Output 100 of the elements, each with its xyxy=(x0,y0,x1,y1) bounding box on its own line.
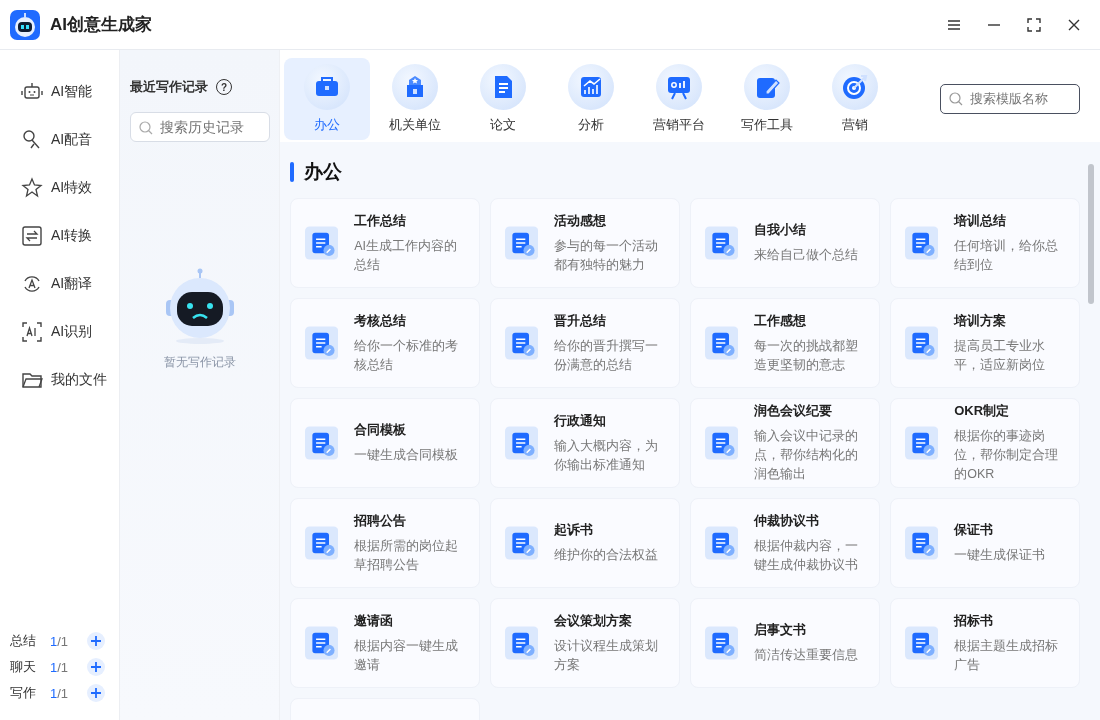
card-description: 一键生成合同模板 xyxy=(354,447,460,464)
template-card[interactable]: 工作总结 AI生成工作内容的总结 xyxy=(290,198,480,288)
category-tab[interactable]: 写作工具 xyxy=(724,57,810,140)
nav-item[interactable]: AI配音 xyxy=(0,116,113,164)
document-pen-icon xyxy=(905,425,939,461)
card-description: 根据仲裁内容，一键生成仲裁协议书 xyxy=(754,537,860,574)
template-card[interactable]: 保证书 一键生成保证书 xyxy=(890,498,1080,588)
nav-item[interactable]: AI识别 xyxy=(0,308,113,356)
card-title: 培训总结 xyxy=(954,211,1008,230)
card-description: 简洁传达重要信息 xyxy=(754,647,860,664)
category-tab[interactable]: 营销 xyxy=(812,57,898,140)
card-title: 工作总结 xyxy=(354,211,408,230)
card-description: 给你的晋升撰写一份满意的总结 xyxy=(554,337,660,374)
card-title: 工作感想 xyxy=(754,311,808,330)
add-button[interactable] xyxy=(87,632,106,650)
template-card[interactable]: 培训总结 任何培训，给你总结到位 xyxy=(890,198,1080,288)
template-card[interactable]: 合同模板 一键生成合同模板 xyxy=(290,398,480,488)
card-title: 润色会议纪要 xyxy=(754,402,834,420)
template-card[interactable]: 启事文书 简洁传达重要信息 xyxy=(690,598,880,688)
card-description: 一键生成保证书 xyxy=(954,547,1047,564)
swap-icon xyxy=(21,225,43,247)
template-card[interactable]: 招标书 根据主题生成招标广告 xyxy=(890,598,1080,688)
card-title: 自我小结 xyxy=(754,221,808,239)
card-description: 每一次的挑战都塑造更坚韧的意志 xyxy=(754,337,860,374)
template-card[interactable]: 起诉书 维护你的合法权益 xyxy=(490,498,680,588)
card-description: 任何培训，给你总结到位 xyxy=(954,237,1060,274)
template-card[interactable]: 会议策划方案 设计议程生成策划方案 xyxy=(490,598,680,688)
document-pen-icon xyxy=(705,425,739,461)
nav-item[interactable]: AI特效 xyxy=(0,164,113,212)
template-card[interactable]: 邀请函 根据内容一键生成邀请 xyxy=(290,598,480,688)
template-card[interactable]: 招聘公告 根据所需的岗位起草招聘公告 xyxy=(290,498,480,588)
quota-used: 1 xyxy=(50,633,58,649)
category-tab[interactable]: 分析 xyxy=(548,57,634,140)
document-pen-icon xyxy=(705,225,739,261)
plus-icon xyxy=(91,662,102,672)
card-description: 根据所需的岗位起草招聘公告 xyxy=(354,537,460,574)
template-card[interactable]: 润色会议纪要 输入会议中记录的点，帮你结构化的润色输出 xyxy=(690,398,880,488)
document-pen-icon xyxy=(905,225,939,261)
plus-icon xyxy=(91,688,102,698)
card-title: 保证书 xyxy=(954,521,995,539)
template-card[interactable]: 工作感想 每一次的挑战都塑造更坚韧的意志 xyxy=(690,298,880,388)
nav-item[interactable]: 我的文件 xyxy=(0,356,113,404)
minimize-icon xyxy=(988,23,1000,26)
document-pen-icon xyxy=(305,325,339,361)
card-title: 活动感想 xyxy=(554,211,608,230)
maximize-icon xyxy=(1026,16,1042,33)
category-tab[interactable]: 营销平台 xyxy=(636,57,722,140)
document-pen-icon xyxy=(905,325,939,361)
card-title: 起诉书 xyxy=(554,521,595,539)
card-title: 招聘公告 xyxy=(354,511,408,530)
document-pen-icon xyxy=(705,625,739,661)
document-pen-icon xyxy=(305,525,339,561)
category-tab[interactable]: 论文 xyxy=(460,57,546,140)
template-card[interactable]: 行政通知 输入大概内容，为你输出标准通知 xyxy=(490,398,680,488)
template-card[interactable]: 仲裁协议书 根据仲裁内容，一键生成仲裁协议书 xyxy=(690,498,880,588)
template-card[interactable]: 培训方案 提高员工专业水平，适应新岗位 xyxy=(890,298,1080,388)
card-description: 根据你的事迹岗位，帮你制定合理的OKR xyxy=(954,428,1060,483)
search-field[interactable]: 搜索模版名称 xyxy=(940,83,1080,114)
add-button[interactable] xyxy=(87,684,106,702)
card-description: 根据主题生成招标广告 xyxy=(954,637,1060,674)
search-icon xyxy=(139,121,153,135)
template-card[interactable]: 自我小结 来给自己做个总结 xyxy=(690,198,880,288)
document-pen-icon xyxy=(905,625,939,661)
document-pen-icon xyxy=(705,525,739,561)
card-description: 设计议程生成策划方案 xyxy=(554,637,660,674)
document-pen-icon xyxy=(905,525,939,561)
document-pen-icon xyxy=(305,425,339,461)
document-pen-icon xyxy=(705,325,739,361)
nav-item[interactable]: AI转换 xyxy=(0,212,113,260)
empty-message: 暂无写作记录 xyxy=(163,354,236,371)
document-pen-icon xyxy=(505,225,539,261)
category-tab[interactable]: 办公 xyxy=(284,57,370,140)
template-card[interactable]: 考核总结 给你一个标准的考核总结 xyxy=(290,298,480,388)
card-description: 维护你的合法权益 xyxy=(554,547,660,564)
nav-item[interactable]: AI智能 xyxy=(0,68,113,116)
section-title: 办公 xyxy=(304,160,342,184)
quota-used: 1 xyxy=(50,659,58,675)
add-button[interactable] xyxy=(87,658,106,676)
star-icon xyxy=(21,177,43,199)
quota-label: 总结 xyxy=(10,632,37,650)
card-title: 晋升总结 xyxy=(554,311,608,330)
document-pen-icon xyxy=(305,225,339,261)
template-card[interactable]: 晋升总结 给你的晋升撰写一份满意的总结 xyxy=(490,298,680,388)
card-title: 行政通知 xyxy=(554,411,608,430)
card-description: 参与的每一个活动都有独特的魅力 xyxy=(554,237,660,274)
card-description: 根据内容一键生成邀请 xyxy=(354,637,460,674)
template-card[interactable]: OKR制定 根据你的事迹岗位，帮你制定合理的OKR xyxy=(890,398,1080,488)
template-card[interactable]: 活动感想 参与的每一个活动都有独特的魅力 xyxy=(490,198,680,288)
category-tab[interactable]: 机关单位 xyxy=(372,57,458,140)
window-title: AI创意生成家 xyxy=(50,14,153,36)
nav-item[interactable]: AI翻译 xyxy=(0,260,113,308)
card-description: 输入会议中记录的点，帮你结构化的润色输出 xyxy=(754,428,860,483)
card-description: AI生成工作内容的总结 xyxy=(354,237,459,274)
card-title: 招标书 xyxy=(954,611,995,630)
quota-label: 写作 xyxy=(10,684,37,702)
search-icon xyxy=(949,91,963,106)
card-title: 仲裁协议书 xyxy=(754,511,821,530)
scrollbar[interactable] xyxy=(1088,164,1094,304)
card-title: 启事文书 xyxy=(754,621,808,639)
card-description: 输入大概内容，为你输出标准通知 xyxy=(554,437,660,474)
